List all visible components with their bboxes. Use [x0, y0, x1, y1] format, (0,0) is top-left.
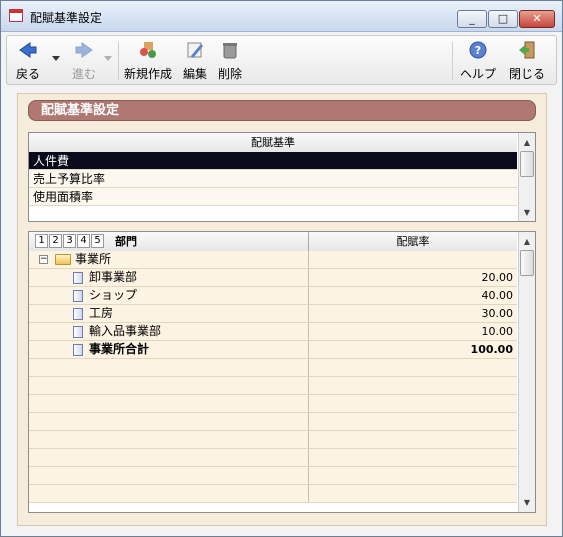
scroll-thumb[interactable]	[520, 250, 534, 276]
document-icon	[73, 290, 83, 302]
edit-label: 編集	[182, 67, 207, 81]
help-icon: ?	[469, 41, 487, 59]
column-header-department[interactable]: 部門	[115, 232, 137, 251]
empty-row	[29, 467, 517, 485]
basis-list-header: 配賦基準	[29, 133, 517, 153]
table-row[interactable]: 輸入品事業部 10.00	[29, 323, 517, 341]
basis-list-item[interactable]: 使用面積率	[29, 188, 517, 206]
trash-icon	[223, 43, 237, 59]
toolbar-separator	[452, 42, 453, 80]
table-row[interactable]: − 事業所	[29, 251, 517, 269]
back-dropdown-icon[interactable]	[52, 56, 60, 61]
document-icon	[73, 308, 83, 320]
maximize-button[interactable]: □	[488, 10, 518, 28]
back-label: 戻る	[15, 67, 40, 81]
grid-header: 1 2 3 4 5 部門 配賦率	[29, 232, 517, 252]
forward-button: 進む	[67, 38, 101, 82]
close-label: 閉じる	[508, 67, 545, 81]
level-2-button[interactable]: 2	[49, 234, 62, 248]
title-bar: 配賦基準設定 _ □ ✕	[1, 1, 562, 32]
svg-text:?: ?	[475, 44, 481, 57]
empty-row	[29, 377, 517, 395]
delete-button[interactable]: 削除	[215, 38, 245, 82]
basis-list-item[interactable]: 人件費	[29, 152, 517, 170]
rate-cell[interactable]	[308, 251, 517, 268]
column-header-rate[interactable]: 配賦率	[308, 232, 517, 251]
department-total-name: 事業所合計	[89, 342, 150, 356]
calendar-icon	[9, 9, 23, 22]
document-icon	[73, 344, 83, 356]
table-row[interactable]: 卸事業部 20.00	[29, 269, 517, 287]
close-window-button[interactable]: ✕	[519, 10, 555, 28]
empty-row	[29, 431, 517, 449]
scroll-down-icon[interactable]: ▼	[519, 205, 535, 221]
level-5-button[interactable]: 5	[91, 234, 104, 248]
table-row[interactable]: ショップ 40.00	[29, 287, 517, 305]
empty-row	[29, 449, 517, 467]
close-button[interactable]: 閉じる	[506, 38, 548, 82]
level-3-button[interactable]: 3	[63, 234, 76, 248]
table-row[interactable]: 工房 30.00	[29, 305, 517, 323]
scroll-up-icon[interactable]: ▲	[519, 135, 535, 151]
main-window: 配賦基準設定 _ □ ✕ 戻る 進む 新規作成 編集 削除 ? ヘルプ 閉じる …	[0, 0, 563, 537]
department-name: ショップ	[89, 288, 138, 302]
edit-button[interactable]: 編集	[180, 38, 210, 82]
forward-arrow-icon	[75, 42, 93, 58]
scroll-thumb[interactable]	[520, 151, 534, 177]
new-document-icon	[140, 42, 156, 58]
scroll-down-icon[interactable]: ▼	[519, 495, 535, 511]
rate-cell[interactable]: 30.00	[308, 305, 517, 322]
exit-door-icon	[519, 41, 535, 59]
new-button[interactable]: 新規作成	[123, 38, 173, 82]
document-icon	[73, 326, 83, 338]
minimize-button[interactable]: _	[457, 10, 487, 28]
department-name: 事業所	[75, 252, 112, 266]
basis-list-scrollbar[interactable]: ▲ ▼	[518, 133, 535, 221]
delete-label: 削除	[217, 67, 242, 81]
back-button[interactable]: 戻る	[11, 38, 45, 82]
rate-cell[interactable]: 20.00	[308, 269, 517, 286]
level-4-button[interactable]: 4	[77, 234, 90, 248]
help-label: ヘルプ	[459, 67, 496, 81]
rate-cell[interactable]: 10.00	[308, 323, 517, 340]
table-row[interactable]: 事業所合計 100.00	[29, 341, 517, 359]
department-name: 卸事業部	[89, 270, 138, 284]
window-title: 配賦基準設定	[30, 11, 103, 25]
empty-row	[29, 485, 517, 503]
forward-label: 進む	[71, 67, 96, 81]
section-title: 配賦基準設定	[28, 100, 536, 121]
toolbar: 戻る 進む 新規作成 編集 削除 ? ヘルプ 閉じる	[6, 35, 557, 85]
empty-row	[29, 413, 517, 431]
edit-icon	[187, 42, 203, 58]
rate-cell[interactable]: 40.00	[308, 287, 517, 304]
basis-list: 配賦基準 人件費 売上予算比率 使用面積率 ▲ ▼	[28, 132, 536, 222]
rate-total-cell: 100.00	[308, 341, 517, 358]
grid-scrollbar[interactable]: ▲ ▼	[518, 232, 535, 512]
new-label: 新規作成	[123, 67, 172, 81]
document-icon	[73, 272, 83, 284]
department-name: 輸入品事業部	[89, 324, 162, 338]
toolbar-separator	[118, 42, 119, 80]
allocation-grid: 1 2 3 4 5 部門 配賦率 − 事業所 卸事業部 20.00 ショップ 4…	[28, 231, 536, 513]
collapse-icon[interactable]: −	[39, 255, 48, 264]
level-1-button[interactable]: 1	[35, 234, 48, 248]
empty-row	[29, 359, 517, 377]
department-name: 工房	[89, 306, 114, 320]
forward-dropdown-icon	[104, 56, 112, 61]
help-button[interactable]: ? ヘルプ	[458, 38, 498, 82]
back-arrow-icon	[19, 42, 37, 58]
folder-icon	[55, 254, 71, 265]
empty-row	[29, 395, 517, 413]
basis-list-item[interactable]: 売上予算比率	[29, 170, 517, 188]
scroll-up-icon[interactable]: ▲	[519, 234, 535, 250]
